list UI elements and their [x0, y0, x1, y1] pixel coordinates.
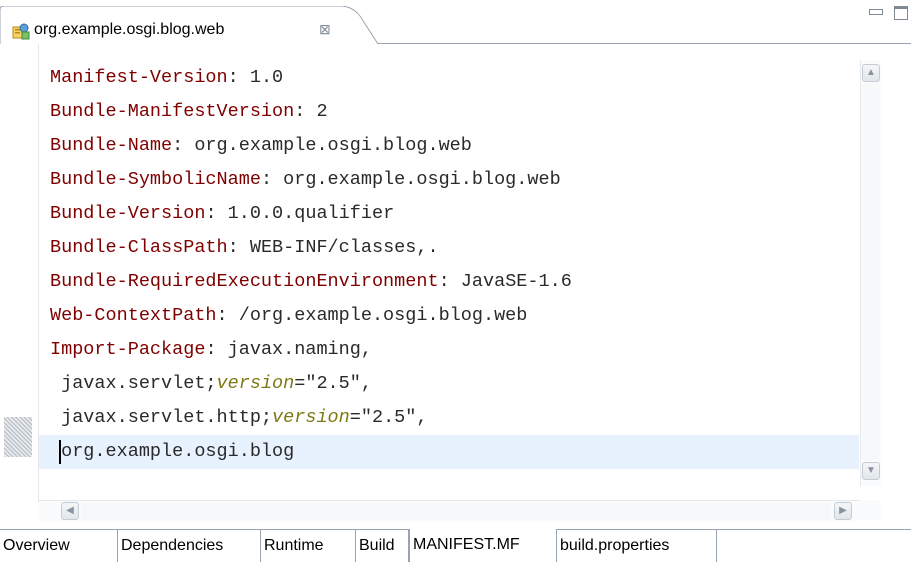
code-line[interactable]: Bundle-ClassPath: WEB-INF/classes,. — [50, 231, 572, 265]
editor-ruler — [0, 44, 39, 502]
chevron-right-icon: ▶ — [839, 505, 847, 516]
code-line[interactable]: Manifest-Version: 1.0 — [50, 61, 572, 95]
close-icon[interactable]: ⊠ — [319, 21, 331, 38]
scrollbar-corner — [860, 500, 881, 520]
scroll-right-button[interactable]: ▶ — [834, 502, 852, 520]
minimize-icon[interactable] — [869, 9, 883, 15]
manifest-header-key: Bundle-SymbolicName — [50, 169, 261, 190]
manifest-header-key: Bundle-ManifestVersion — [50, 101, 295, 122]
tab-manifest-mf[interactable]: MANIFEST.MF — [409, 529, 557, 562]
manifest-value: ="2.5", — [294, 373, 372, 394]
manifest-value: javax.servlet.http; — [50, 407, 273, 428]
code-line[interactable]: javax.servlet;version="2.5", — [50, 367, 572, 401]
tab-build[interactable]: Build — [356, 530, 409, 562]
manifest-value: : org.example.osgi.blog.web — [260, 169, 561, 190]
code-line[interactable]: Import-Package: javax.naming, — [50, 333, 572, 367]
maximize-icon[interactable] — [894, 6, 908, 20]
manifest-header-key: Bundle-Version — [50, 203, 206, 224]
manifest-value: : org.example.osgi.blog.web — [172, 135, 472, 156]
tab-overview[interactable]: Overview — [0, 530, 118, 562]
manifest-header-key: Web-ContextPath — [50, 305, 217, 326]
code-line[interactable]: org.example.osgi.blog — [50, 435, 572, 469]
manifest-value: : JavaSE-1.6 — [438, 271, 572, 292]
scroll-down-button[interactable]: ▼ — [862, 462, 880, 480]
manifest-header-key: Bundle-ClassPath — [50, 237, 228, 258]
scroll-left-button[interactable]: ◀ — [61, 502, 79, 520]
code-text-area[interactable]: Manifest-Version: 1.0 Bundle-ManifestVers… — [50, 61, 572, 469]
code-line[interactable]: Bundle-Version: 1.0.0.qualifier — [50, 197, 572, 231]
manifest-header-key: Bundle-RequiredExecutionEnvironment — [50, 271, 439, 292]
manifest-value: : 1.0 — [227, 67, 284, 88]
chevron-up-icon: ▲ — [866, 67, 876, 78]
manifest-value: : javax.naming, — [205, 339, 372, 360]
manifest-value: : 1.0.0.qualifier — [205, 203, 395, 224]
code-line[interactable]: Web-ContextPath: /org.example.osgi.blog.… — [50, 299, 572, 333]
tab-dependencies[interactable]: Dependencies — [118, 530, 261, 562]
manifest-value: : /org.example.osgi.blog.web — [216, 305, 528, 326]
manifest-source-editor[interactable]: Manifest-Version: 1.0 Bundle-ManifestVers… — [0, 44, 911, 524]
horizontal-scrollbar[interactable]: ◀ ▶ — [39, 500, 860, 521]
manifest-value: ="2.5", — [349, 407, 428, 428]
vertical-scroll-track[interactable] — [862, 84, 880, 460]
manifest-attribute: version — [272, 407, 350, 428]
code-line[interactable]: javax.servlet.http;version="2.5", — [50, 401, 572, 435]
editor-page-tabs: Overview Dependencies Runtime Build MANIFEST… — [0, 529, 911, 563]
scroll-up-button[interactable]: ▲ — [862, 64, 880, 82]
manifest-header-key: Bundle-Name — [50, 135, 173, 156]
manifest-value: javax.servlet; — [50, 373, 217, 394]
manifest-value: : 2 — [294, 101, 328, 122]
manifest-attribute: version — [216, 373, 295, 394]
editor-tab-title: org.example.osgi.blog.web — [34, 21, 225, 38]
chevron-down-icon: ▼ — [866, 465, 876, 476]
ruler-highlight — [4, 417, 32, 457]
tab-build-properties[interactable]: build.properties — [557, 530, 717, 562]
code-line[interactable]: Bundle-ManifestVersion: 2 — [50, 95, 572, 129]
chevron-left-icon: ◀ — [66, 505, 74, 516]
tab-runtime[interactable]: Runtime — [261, 530, 356, 562]
plugin-manifest-icon — [12, 22, 30, 40]
manifest-header-key: Import-Package — [50, 339, 206, 360]
view-controls — [851, 2, 911, 28]
code-line[interactable]: Bundle-SymbolicName: org.example.osgi.bl… — [50, 163, 572, 197]
code-line[interactable]: Bundle-RequiredExecutionEnvironment: Jav… — [50, 265, 572, 299]
horizontal-scroll-track[interactable] — [81, 502, 831, 520]
manifest-value: org.example.osgi.blog — [50, 441, 295, 462]
editor-tab-strip: org.example.osgi.blog.web ⊠ — [0, 0, 911, 44]
manifest-header-key: Manifest-Version — [50, 67, 228, 88]
vertical-scrollbar[interactable]: ▲ ▼ — [860, 60, 881, 486]
manifest-value: : WEB-INF/classes,. — [227, 237, 439, 258]
code-line[interactable]: Bundle-Name: org.example.osgi.blog.web — [50, 129, 572, 163]
text-cursor — [59, 440, 61, 464]
